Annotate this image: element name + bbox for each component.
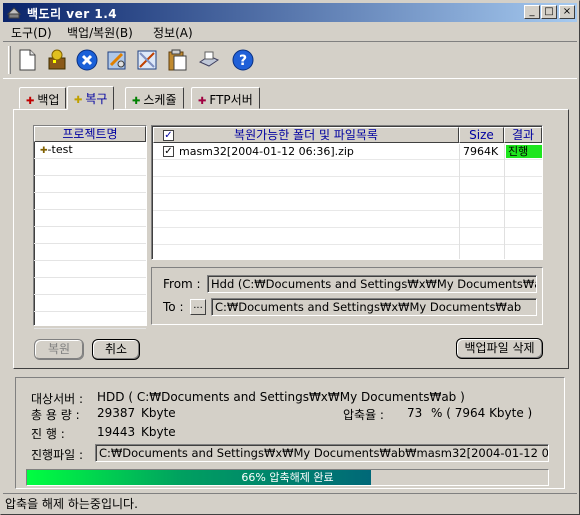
list-item — [34, 176, 146, 193]
restore-icon[interactable] — [105, 48, 129, 72]
processed-value: 19443 — [97, 425, 136, 439]
compression-ratio-value: 73 — [407, 406, 423, 420]
tree-node-icon: ✚ — [40, 146, 48, 156]
delete-backup-button[interactable]: 백업파일 삭제 — [456, 338, 543, 359]
minimize-button[interactable]: _ — [524, 5, 540, 19]
total-size-unit: Kbyte — [141, 406, 176, 420]
table-row — [153, 212, 542, 228]
list-item — [34, 210, 146, 227]
list-item — [34, 312, 146, 329]
progress-bar: 66% 압축해제 완료 — [26, 469, 549, 486]
tab-schedule[interactable]: ✚ 스케쥴 — [125, 87, 184, 109]
help-icon[interactable]: ? — [231, 48, 255, 72]
toolbar-grip[interactable] — [8, 46, 11, 74]
menu-backup-restore[interactable]: 백업/복원(B) — [67, 24, 133, 41]
window-title: 백도리 ver 1.4 — [27, 7, 118, 21]
tab-restore[interactable]: ✚ 복구 — [67, 86, 115, 110]
table-row[interactable]: ✓ masm32[2004-01-12 06:36].zip 7964K 진행 — [153, 144, 542, 160]
file-list-header-size[interactable]: Size — [459, 127, 504, 143]
tab-label: 복구 — [85, 92, 108, 106]
processed-unit: Kbyte — [141, 425, 176, 439]
menu-info[interactable]: 정보(A) — [153, 24, 193, 41]
total-size-value: 29387 — [97, 406, 136, 420]
app-icon — [6, 5, 22, 20]
new-file-icon[interactable] — [15, 48, 39, 72]
tab-dot-icon: ✚ — [132, 96, 141, 107]
header-label: 복원가능한 폴더 및 파일목록 — [234, 128, 378, 142]
list-item — [34, 295, 146, 312]
tab-label: FTP서버 — [209, 93, 253, 107]
processed-label: 진 행 : — [31, 427, 65, 441]
image-icon[interactable] — [135, 48, 159, 72]
list-item — [34, 244, 146, 261]
cancel-button[interactable]: 취소 — [92, 339, 140, 360]
column-divider — [459, 144, 460, 259]
project-list-header: 프로젝트명 — [34, 126, 146, 142]
clipboard-icon[interactable] — [165, 48, 189, 72]
list-item — [34, 278, 146, 295]
menu-tools[interactable]: 도구(D) — [11, 24, 52, 41]
target-server-label: 대상서버 : — [31, 392, 84, 406]
list-item — [34, 193, 146, 210]
current-file-label: 진행파일 : — [31, 448, 84, 462]
maximize-button[interactable]: □ — [541, 5, 557, 19]
tab-dot-icon: ✚ — [26, 96, 35, 107]
file-name: masm32[2004-01-12 06:36].zip — [179, 145, 354, 158]
row-checkbox[interactable]: ✓ — [163, 146, 174, 157]
from-to-group: From : Hdd (C:₩Documents and Settings₩x₩… — [151, 267, 543, 325]
browse-button[interactable]: ... — [190, 299, 206, 315]
column-divider — [504, 144, 505, 259]
svg-text:?: ? — [239, 53, 247, 69]
select-all-checkbox[interactable]: ✓ — [163, 130, 174, 141]
table-row — [153, 178, 542, 194]
project-icon[interactable] — [45, 48, 69, 72]
tab-ftp-server[interactable]: ✚ FTP서버 — [191, 87, 260, 109]
table-row — [153, 195, 542, 211]
list-item — [34, 261, 146, 278]
compression-ratio-detail: % ( 7964 Kbyte ) — [431, 406, 533, 420]
main-window: 백도리 ver 1.4 _ □ × 도구(D) 백업/복원(B) 정보(A) ?… — [0, 0, 580, 515]
table-row — [153, 229, 542, 245]
tab-dot-icon: ✚ — [198, 96, 207, 107]
restore-button[interactable]: 복원 — [34, 339, 84, 360]
project-item[interactable]: ✚-test — [34, 142, 146, 159]
from-field[interactable]: Hdd (C:₩Documents and Settings₩x₩My Docu… — [207, 275, 537, 293]
file-list-header-result[interactable]: 결과 — [504, 127, 542, 143]
close-button[interactable]: × — [559, 5, 575, 19]
tab-label: 백업 — [37, 93, 60, 107]
file-list[interactable]: ✓ 복원가능한 폴더 및 파일목록 Size 결과 ✓ masm32[2004-… — [151, 125, 543, 260]
compression-ratio-label: 압축율 : — [343, 408, 384, 422]
file-size: 7964K — [463, 145, 499, 158]
file-list-header-name[interactable]: ✓ 복원가능한 폴더 및 파일목록 — [153, 127, 459, 143]
menu-bar: 도구(D) 백업/복원(B) 정보(A) — [3, 23, 577, 41]
to-label: To : — [163, 300, 184, 314]
status-badge: 진행 — [506, 145, 542, 158]
toolbar: ? — [3, 41, 577, 79]
list-item — [34, 159, 146, 176]
cancel-icon[interactable] — [75, 48, 99, 72]
progress-text: 66% 압축해제 완료 — [241, 471, 334, 484]
status-bar: 압축을 해제 하는중입니다. — [3, 493, 577, 513]
target-server-value: HDD ( C:₩Documents and Settings₩x₩My Doc… — [97, 390, 465, 404]
from-label: From : — [163, 277, 201, 291]
project-item-label: -test — [47, 143, 73, 156]
tab-label: 스케쥴 — [143, 93, 177, 107]
table-row — [153, 161, 542, 177]
current-file-field[interactable]: C:₩Documents and Settings₩x₩My Documents… — [95, 444, 549, 462]
tab-dot-icon: ✚ — [74, 95, 83, 106]
title-bar[interactable]: 백도리 ver 1.4 _ □ × — [3, 3, 577, 22]
list-item — [34, 227, 146, 244]
total-size-label: 총 용 량 : — [31, 408, 80, 422]
project-list[interactable]: 프로젝트명 ✚-test — [33, 125, 147, 329]
scan-icon[interactable] — [197, 48, 221, 72]
tab-backup[interactable]: ✚ 백업 — [19, 87, 67, 109]
to-field[interactable]: C:₩Documents and Settings₩x₩My Documents… — [211, 298, 537, 316]
